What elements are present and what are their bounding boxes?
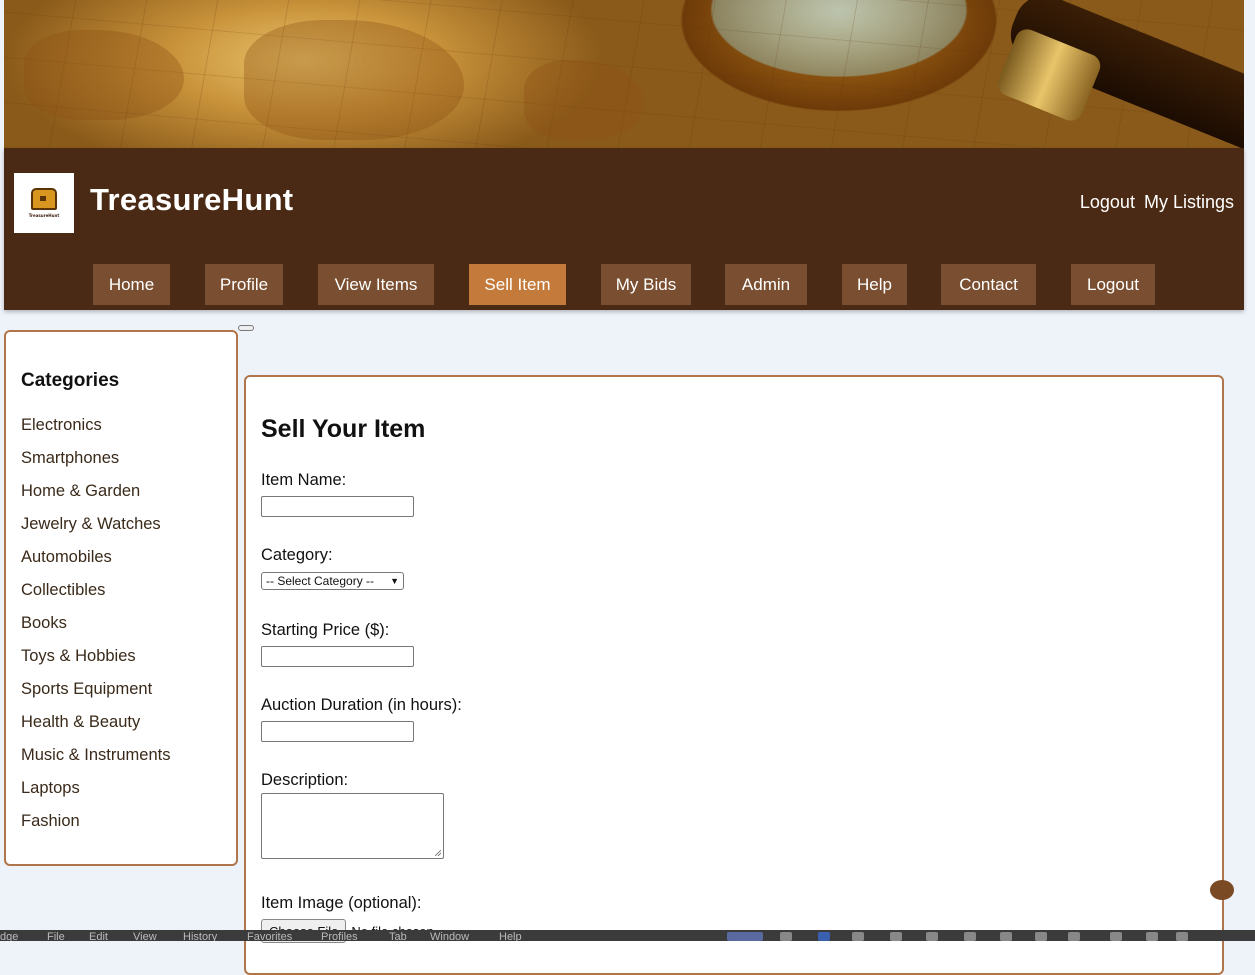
category-link[interactable]: Fashion	[21, 812, 80, 831]
category-link[interactable]: Health & Beauty	[21, 713, 140, 732]
nav-contact[interactable]: Contact	[941, 264, 1036, 305]
site-header: TreasureHunt TreasureHunt Logout My List…	[4, 148, 1244, 310]
category-link[interactable]: Sports Equipment	[21, 680, 152, 699]
browser-status-icon[interactable]	[890, 932, 902, 941]
top-links: Logout My Listings	[1076, 192, 1234, 213]
nav-help[interactable]: Help	[842, 264, 907, 305]
top-link-logout[interactable]: Logout	[1080, 192, 1135, 212]
main-nav: Home Profile View Items Sell Item My Bid…	[4, 264, 1244, 305]
extension-icon[interactable]	[926, 932, 938, 941]
site-logo[interactable]: TreasureHunt	[14, 173, 74, 233]
price-label: Starting Price ($):	[261, 621, 390, 639]
app-status-icon[interactable]	[818, 932, 830, 941]
duration-label: Auction Duration (in hours):	[261, 696, 462, 714]
menubar-edit[interactable]: Edit	[89, 931, 108, 941]
wifi-icon[interactable]	[1110, 932, 1122, 941]
nav-view-items[interactable]: View Items	[318, 264, 434, 305]
media-icon[interactable]	[964, 932, 976, 941]
chevron-down-icon: ▼	[390, 576, 399, 586]
description-label: Description:	[261, 771, 349, 789]
category-link[interactable]: Toys & Hobbies	[21, 647, 136, 666]
categories-sidebar: Categories Electronics Smartphones Home …	[4, 330, 238, 866]
menubar-favorites[interactable]: Favorites	[247, 931, 292, 941]
item-image-label: Item Image (optional):	[261, 894, 422, 912]
starting-price-input[interactable]	[261, 646, 414, 667]
nav-my-bids[interactable]: My Bids	[601, 264, 691, 305]
auction-duration-input[interactable]	[261, 721, 414, 742]
keyboard-icon[interactable]	[1068, 932, 1080, 941]
categories-heading: Categories	[21, 370, 120, 391]
nav-profile[interactable]: Profile	[205, 264, 283, 305]
menubar-help[interactable]: Help	[499, 931, 522, 941]
treasure-chest-icon	[31, 188, 57, 210]
os-menubar: dge File Edit View History Favorites Pro…	[0, 930, 1255, 941]
menubar-window[interactable]: Window	[430, 931, 469, 941]
search-icon[interactable]	[1146, 932, 1158, 941]
logo-text: TreasureHunt	[28, 213, 60, 218]
description-textarea[interactable]	[261, 793, 444, 859]
control-center-icon[interactable]	[1176, 932, 1188, 941]
status-menu-icon[interactable]	[727, 932, 763, 941]
category-link[interactable]: Smartphones	[21, 449, 119, 468]
category-link[interactable]: Jewelry & Watches	[21, 515, 161, 534]
category-link[interactable]: Music & Instruments	[21, 746, 170, 765]
window-icon[interactable]	[852, 932, 864, 941]
chat-bubble-button[interactable]	[1210, 880, 1234, 900]
category-label: Category:	[261, 546, 333, 564]
category-select[interactable]: -- Select Category -- ▼	[261, 572, 404, 590]
item-name-input[interactable]	[261, 496, 414, 517]
nav-sell-item[interactable]: Sell Item	[469, 264, 566, 305]
header-banner-image	[4, 0, 1244, 148]
form-heading: Sell Your Item	[261, 415, 426, 443]
sidebar-toggle-button[interactable]	[238, 325, 254, 331]
nav-home[interactable]: Home	[93, 264, 170, 305]
menubar-app[interactable]: dge	[0, 931, 18, 941]
site-title: TreasureHunt	[90, 182, 294, 217]
menubar-view[interactable]: View	[133, 931, 157, 941]
menubar-file[interactable]: File	[47, 931, 65, 941]
nav-logout[interactable]: Logout	[1071, 264, 1155, 305]
category-link[interactable]: Home & Garden	[21, 482, 140, 501]
menubar-history[interactable]: History	[183, 931, 217, 941]
nav-admin[interactable]: Admin	[725, 264, 807, 305]
category-link[interactable]: Automobiles	[21, 548, 112, 567]
clock-icon[interactable]	[1000, 932, 1012, 941]
category-link[interactable]: Electronics	[21, 416, 102, 435]
focus-icon[interactable]	[1035, 932, 1047, 941]
sell-item-form: Sell Your Item Item Name: Category: -- S…	[244, 375, 1224, 975]
category-link[interactable]: Books	[21, 614, 67, 633]
item-name-label: Item Name:	[261, 471, 347, 489]
top-link-my-listings[interactable]: My Listings	[1144, 192, 1234, 212]
menubar-tab[interactable]: Tab	[389, 931, 407, 941]
category-link[interactable]: Collectibles	[21, 581, 105, 600]
category-link[interactable]: Laptops	[21, 779, 80, 798]
category-select-value: -- Select Category --	[266, 574, 375, 588]
menubar-profiles[interactable]: Profiles	[321, 931, 358, 941]
cloud-icon[interactable]	[780, 932, 792, 941]
